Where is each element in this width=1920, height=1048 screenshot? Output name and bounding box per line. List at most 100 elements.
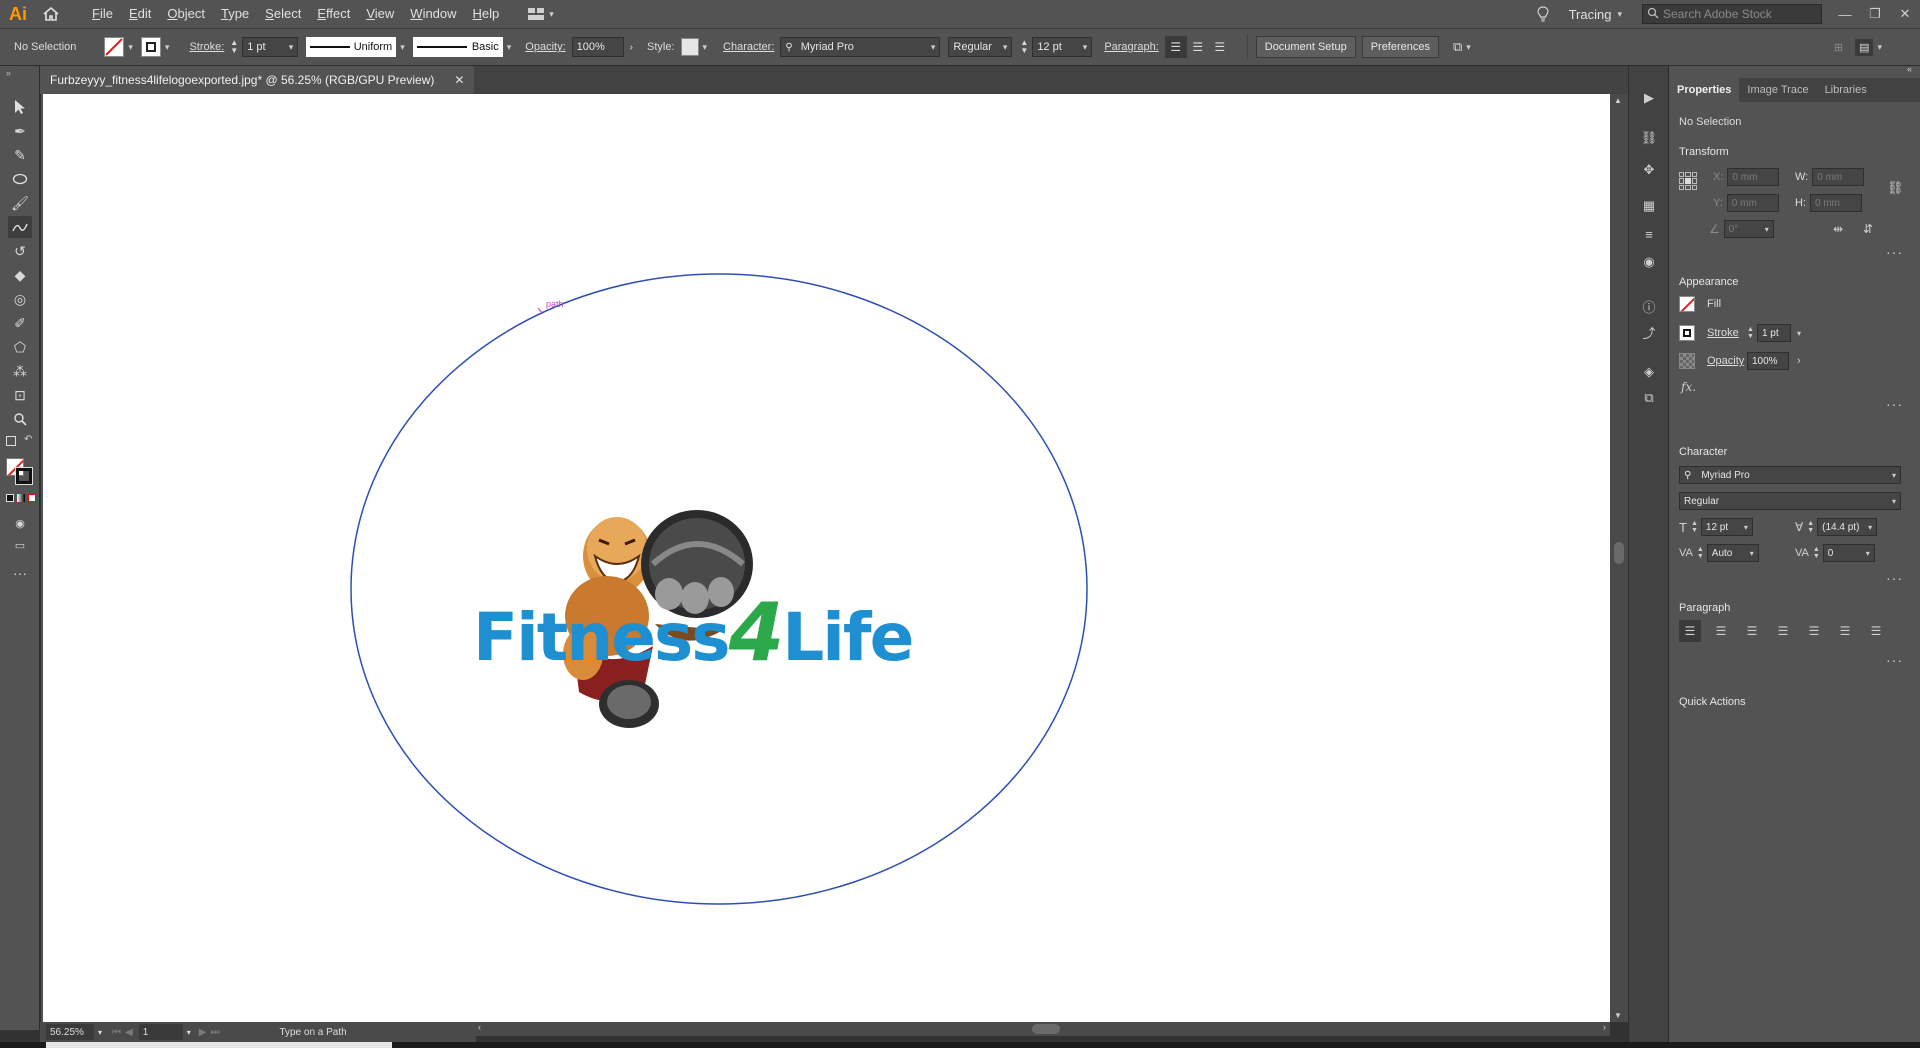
font-size-field[interactable]: 12 pt ▾ — [1032, 37, 1093, 57]
align-center-button[interactable]: ☰ — [1710, 620, 1732, 642]
brush-preview[interactable]: Basic — [412, 37, 503, 57]
tracking-field[interactable]: 0 ▾ — [1822, 544, 1875, 562]
stroke-weight-field[interactable]: 1 pt — [1756, 324, 1791, 342]
opacity-label[interactable]: Opacity — [1707, 355, 1747, 367]
preferences-button[interactable]: Preferences — [1361, 36, 1439, 58]
panel-collapse-icon[interactable]: « — [1907, 64, 1912, 74]
more-options-icon[interactable]: ··· — [1886, 244, 1903, 260]
x-field[interactable]: 0 mm — [1727, 168, 1780, 186]
lightbulb-icon[interactable] — [1531, 6, 1555, 22]
opacity-label[interactable]: Opacity: — [525, 41, 565, 53]
zoom-field[interactable]: 56.25% — [46, 1024, 94, 1040]
curvature-tool[interactable]: ✎ — [8, 144, 32, 166]
stroke-swatch[interactable] — [1679, 325, 1695, 341]
align-left-button[interactable]: ☰ — [1679, 620, 1701, 642]
align-right-button[interactable]: ☰ — [1209, 36, 1231, 58]
minimize-button[interactable]: — — [1830, 0, 1860, 28]
arrange-icon[interactable]: ⧉ — [1453, 39, 1462, 55]
chevron-right-icon[interactable]: › — [1797, 355, 1801, 367]
angle-field[interactable]: 0° ▾ — [1723, 220, 1774, 238]
justify-right-button[interactable]: ☰ — [1834, 620, 1856, 642]
chevron-down-icon[interactable]: ▾ — [128, 42, 133, 53]
font-style-field[interactable]: Regular ▾ — [948, 37, 1013, 57]
stroke-panel-icon[interactable]: ≡ — [1637, 224, 1661, 244]
flip-horizontal-icon[interactable]: ⇹ — [1833, 222, 1843, 236]
canvas[interactable]: path Fitness4Life — [41, 94, 1610, 1022]
tab-image-trace[interactable]: Image Trace — [1739, 78, 1816, 102]
font-family-control[interactable]: ⚲ Myriad Pro ▾ — [780, 37, 941, 57]
menu-help[interactable]: Help — [465, 0, 508, 28]
more-options-icon[interactable]: ··· — [1886, 652, 1903, 668]
horizontal-scroll-thumb[interactable] — [1032, 1024, 1060, 1034]
none-icon[interactable] — [28, 494, 36, 502]
next-page-icon[interactable]: ▶ — [199, 1027, 207, 1038]
stroke-label[interactable]: Stroke — [1707, 327, 1747, 339]
gradient-panel-icon[interactable]: ▦ — [1637, 196, 1661, 216]
menu-type[interactable]: Type — [213, 0, 257, 28]
stepper-icon[interactable]: ▲ ▼ — [1697, 546, 1704, 560]
graphic-style-control[interactable]: ▾ — [680, 38, 707, 56]
panel-menu-icon[interactable]: ▤ — [1855, 38, 1874, 56]
default-colors-icon[interactable] — [6, 436, 16, 446]
ellipse-tool[interactable] — [8, 168, 32, 190]
stroke-swatch-control[interactable]: ▾ — [140, 37, 169, 57]
scroll-right-icon[interactable]: › — [1603, 1022, 1606, 1032]
eyedropper-tool[interactable]: ✐ — [8, 312, 32, 334]
chevron-down-icon[interactable]: ▾ — [400, 42, 405, 53]
stroke-color-box[interactable] — [16, 468, 32, 484]
menu-object[interactable]: Object — [159, 0, 213, 28]
menu-file[interactable]: File — [84, 0, 121, 28]
stroke-weight-control[interactable]: ▲ ▼ 1 pt ▾ — [230, 37, 299, 57]
transparency-panel-icon[interactable]: ◉ — [1637, 252, 1661, 272]
brush-definition[interactable]: Basic ▾ — [412, 37, 511, 57]
stepper-icon[interactable]: ▲ ▼ — [230, 39, 238, 55]
opacity-swatch[interactable] — [1679, 353, 1695, 369]
edit-toolbar-button[interactable]: ··· — [8, 562, 32, 584]
menu-select[interactable]: Select — [257, 0, 309, 28]
font-family-field[interactable]: ⚲ Myriad Pro ▾ — [780, 37, 941, 57]
align-left-button[interactable]: ☰ — [1164, 36, 1187, 58]
zoom-tool[interactable] — [8, 408, 32, 430]
w-field[interactable]: 0 mm — [1812, 168, 1865, 186]
first-page-icon[interactable]: ⏮ — [112, 1027, 121, 1038]
opacity-control[interactable]: 100% › — [571, 37, 633, 57]
menu-view[interactable]: View — [358, 0, 402, 28]
swap-colors-icon[interactable]: ↶ — [24, 434, 32, 445]
more-options-icon[interactable]: ··· — [1886, 570, 1903, 586]
font-family-field[interactable]: ⚲ Myriad Pro ▾ — [1679, 466, 1901, 484]
stepper-icon[interactable]: ▲ ▼ — [1020, 39, 1028, 55]
symbol-sprayer-tool[interactable]: ⁂ — [8, 360, 32, 382]
workspace-name[interactable]: Tracing — [1569, 7, 1612, 22]
draw-mode-tool[interactable]: ◉ — [8, 512, 32, 534]
links-icon[interactable]: ⛓ — [1637, 128, 1661, 148]
puppet-warp-icon[interactable]: ✥ — [1637, 160, 1661, 180]
justify-center-button[interactable]: ☰ — [1803, 620, 1825, 642]
variable-width-profile[interactable]: Uniform ▾ — [306, 37, 405, 57]
flip-vertical-icon[interactable]: ⇵ — [1863, 222, 1873, 236]
align-panel-icon[interactable]: ⊞ — [1834, 41, 1843, 54]
scroll-down-icon[interactable]: ▼ — [1614, 1011, 1622, 1020]
vertical-scrollbar[interactable]: ▲ ▼ — [1610, 94, 1628, 1022]
rotate-tool[interactable]: ↺ — [8, 240, 32, 262]
close-icon[interactable]: ✕ — [454, 73, 464, 87]
actions-play-icon[interactable]: ▶ — [1637, 88, 1661, 108]
warp-tool[interactable]: ◎ — [8, 288, 32, 310]
restore-button[interactable]: ❐ — [1860, 0, 1890, 28]
chevron-down-icon[interactable]: ▾ — [1797, 329, 1801, 338]
more-options-icon[interactable]: ··· — [1886, 396, 1903, 412]
screen-mode-tool[interactable]: ▭ — [8, 534, 32, 556]
chevron-right-icon[interactable]: › — [630, 42, 633, 53]
tab-properties[interactable]: Properties — [1669, 78, 1740, 102]
chevron-down-icon[interactable]: ▾ — [1877, 42, 1882, 53]
eraser-tool[interactable]: ◆ — [8, 264, 32, 286]
reference-point-icon[interactable] — [1679, 172, 1697, 190]
font-size-field[interactable]: 12 pt ▾ — [1700, 518, 1753, 536]
tab-libraries[interactable]: Libraries — [1817, 78, 1875, 102]
selection-tool[interactable] — [8, 96, 32, 118]
stock-search-input[interactable]: Search Adobe Stock — [1642, 4, 1822, 24]
profile-preview[interactable]: Uniform — [306, 37, 397, 57]
font-style-control[interactable]: Regular ▾ — [948, 37, 1013, 57]
kerning-field[interactable]: Auto ▾ — [1706, 544, 1759, 562]
justify-all-button[interactable]: ☰ — [1865, 620, 1887, 642]
y-field[interactable]: 0 mm — [1726, 194, 1779, 212]
